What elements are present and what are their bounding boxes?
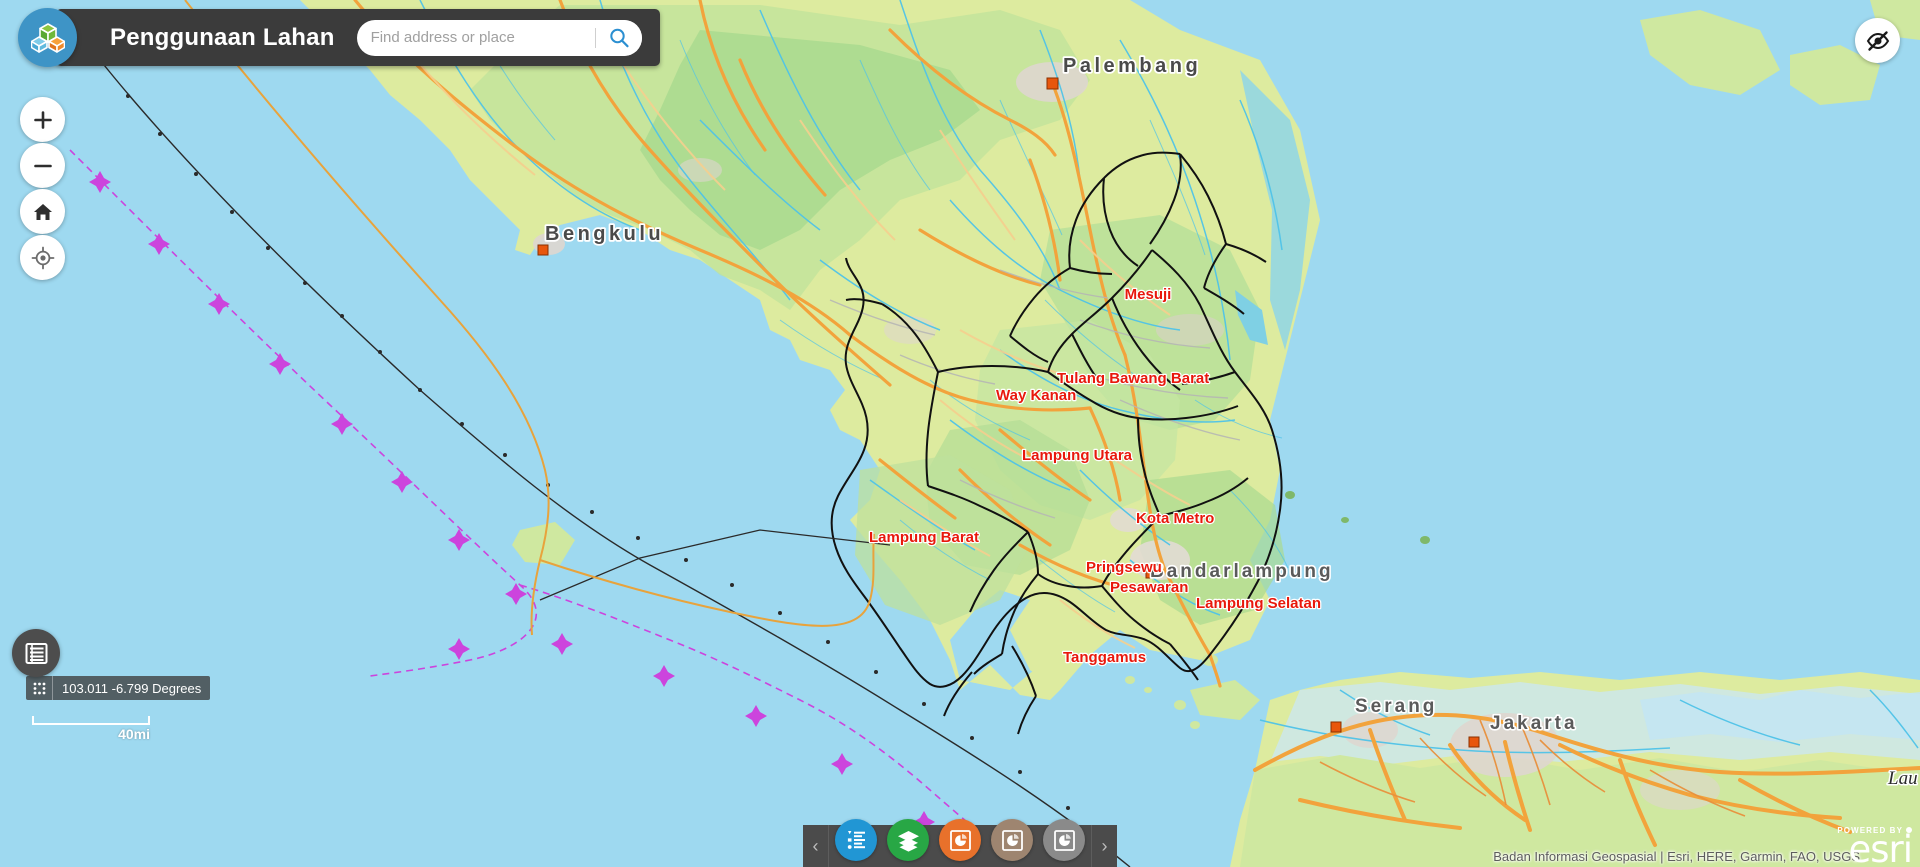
district-label-lampung-barat: Lampung Barat <box>869 529 979 546</box>
locate-crosshair-icon <box>31 246 54 269</box>
search-icon <box>609 28 629 47</box>
infographic-widget-2-button[interactable] <box>991 819 1033 861</box>
coordinates-widget[interactable]: 103.011 -6.799 Degrees <box>26 676 211 700</box>
map-navigation-controls <box>20 97 65 281</box>
home-extent-button[interactable] <box>20 189 65 234</box>
cubes-logo-icon <box>30 22 65 53</box>
search-button[interactable] <box>595 19 642 56</box>
infographic-widget-1-button[interactable] <box>939 819 981 861</box>
home-icon <box>33 203 52 220</box>
pie-chart-icon <box>1053 829 1075 851</box>
city-label-palembang: Palembang <box>1063 55 1201 77</box>
zoom-out-button[interactable] <box>20 143 65 188</box>
district-label-lampung-selatan: Lampung Selatan <box>1196 595 1321 612</box>
page-title: Penggunaan Lahan <box>110 23 335 51</box>
city-label-bengkulu: Bengkulu <box>545 223 664 245</box>
legend-list-icon <box>847 831 865 849</box>
layer-list-widget-button[interactable] <box>887 819 929 861</box>
city-label-serang: Serang <box>1355 696 1437 717</box>
district-label-lampung-utara: Lampung Utara <box>1022 447 1133 464</box>
scalebar: 40mi <box>32 716 150 742</box>
attribute-table-button[interactable] <box>12 629 60 677</box>
search-bar[interactable] <box>356 19 642 56</box>
sea-label-laut: Lau <box>1887 768 1918 789</box>
map-graphic: Palembang Bengkulu Bandarlampung Serang … <box>0 0 1920 867</box>
district-label-pesawaran: Pesawaran <box>1110 579 1188 596</box>
coordinate-dots-icon <box>33 682 45 694</box>
eye-slash-icon <box>1866 30 1889 51</box>
district-label-tanggamus: Tanggamus <box>1063 649 1146 666</box>
app-logo[interactable] <box>18 8 77 67</box>
minus-icon <box>33 164 52 167</box>
coordinates-icon <box>26 676 53 700</box>
map-attribution[interactable]: Badan Informasi Geospasial | Esri, HERE,… <box>1493 849 1860 864</box>
map-canvas[interactable]: Palembang Bengkulu Bandarlampung Serang … <box>0 0 1920 867</box>
district-label-kota-metro: Kota Metro <box>1136 510 1214 527</box>
city-label-jakarta: Jakarta <box>1490 713 1578 734</box>
coordinates-text: 103.011 -6.799 Degrees <box>62 680 202 696</box>
layers-stack-icon <box>897 830 919 852</box>
legend-widget-button[interactable] <box>835 819 877 861</box>
toolbar-prev-button[interactable]: ‹ <box>803 825 829 867</box>
scalebar-label: 40mi <box>118 726 150 742</box>
toolbar-next-button[interactable]: › <box>1091 825 1117 867</box>
pie-chart-icon <box>1001 829 1023 851</box>
attribute-table-icon <box>25 642 47 664</box>
locate-button[interactable] <box>20 235 65 280</box>
scalebar-line <box>32 716 150 725</box>
pie-chart-icon <box>949 829 971 851</box>
district-label-way-kanan: Way Kanan <box>996 387 1076 404</box>
district-label-pringsewu: Pringsewu <box>1086 559 1162 576</box>
widget-toolbar-items <box>835 819 1085 861</box>
app-header: Penggunaan Lahan <box>56 9 660 66</box>
infographic-widget-3-button[interactable] <box>1043 819 1085 861</box>
district-label-tulang-bawang-barat: Tulang Bawang Barat <box>1057 370 1209 387</box>
toggle-visibility-button[interactable] <box>1855 18 1900 63</box>
map-application: Palembang Bengkulu Bandarlampung Serang … <box>0 0 1920 867</box>
district-label-mesuji: Mesuji <box>1125 286 1172 303</box>
search-input[interactable] <box>356 19 595 56</box>
plus-icon <box>33 110 52 129</box>
zoom-in-button[interactable] <box>20 97 65 142</box>
